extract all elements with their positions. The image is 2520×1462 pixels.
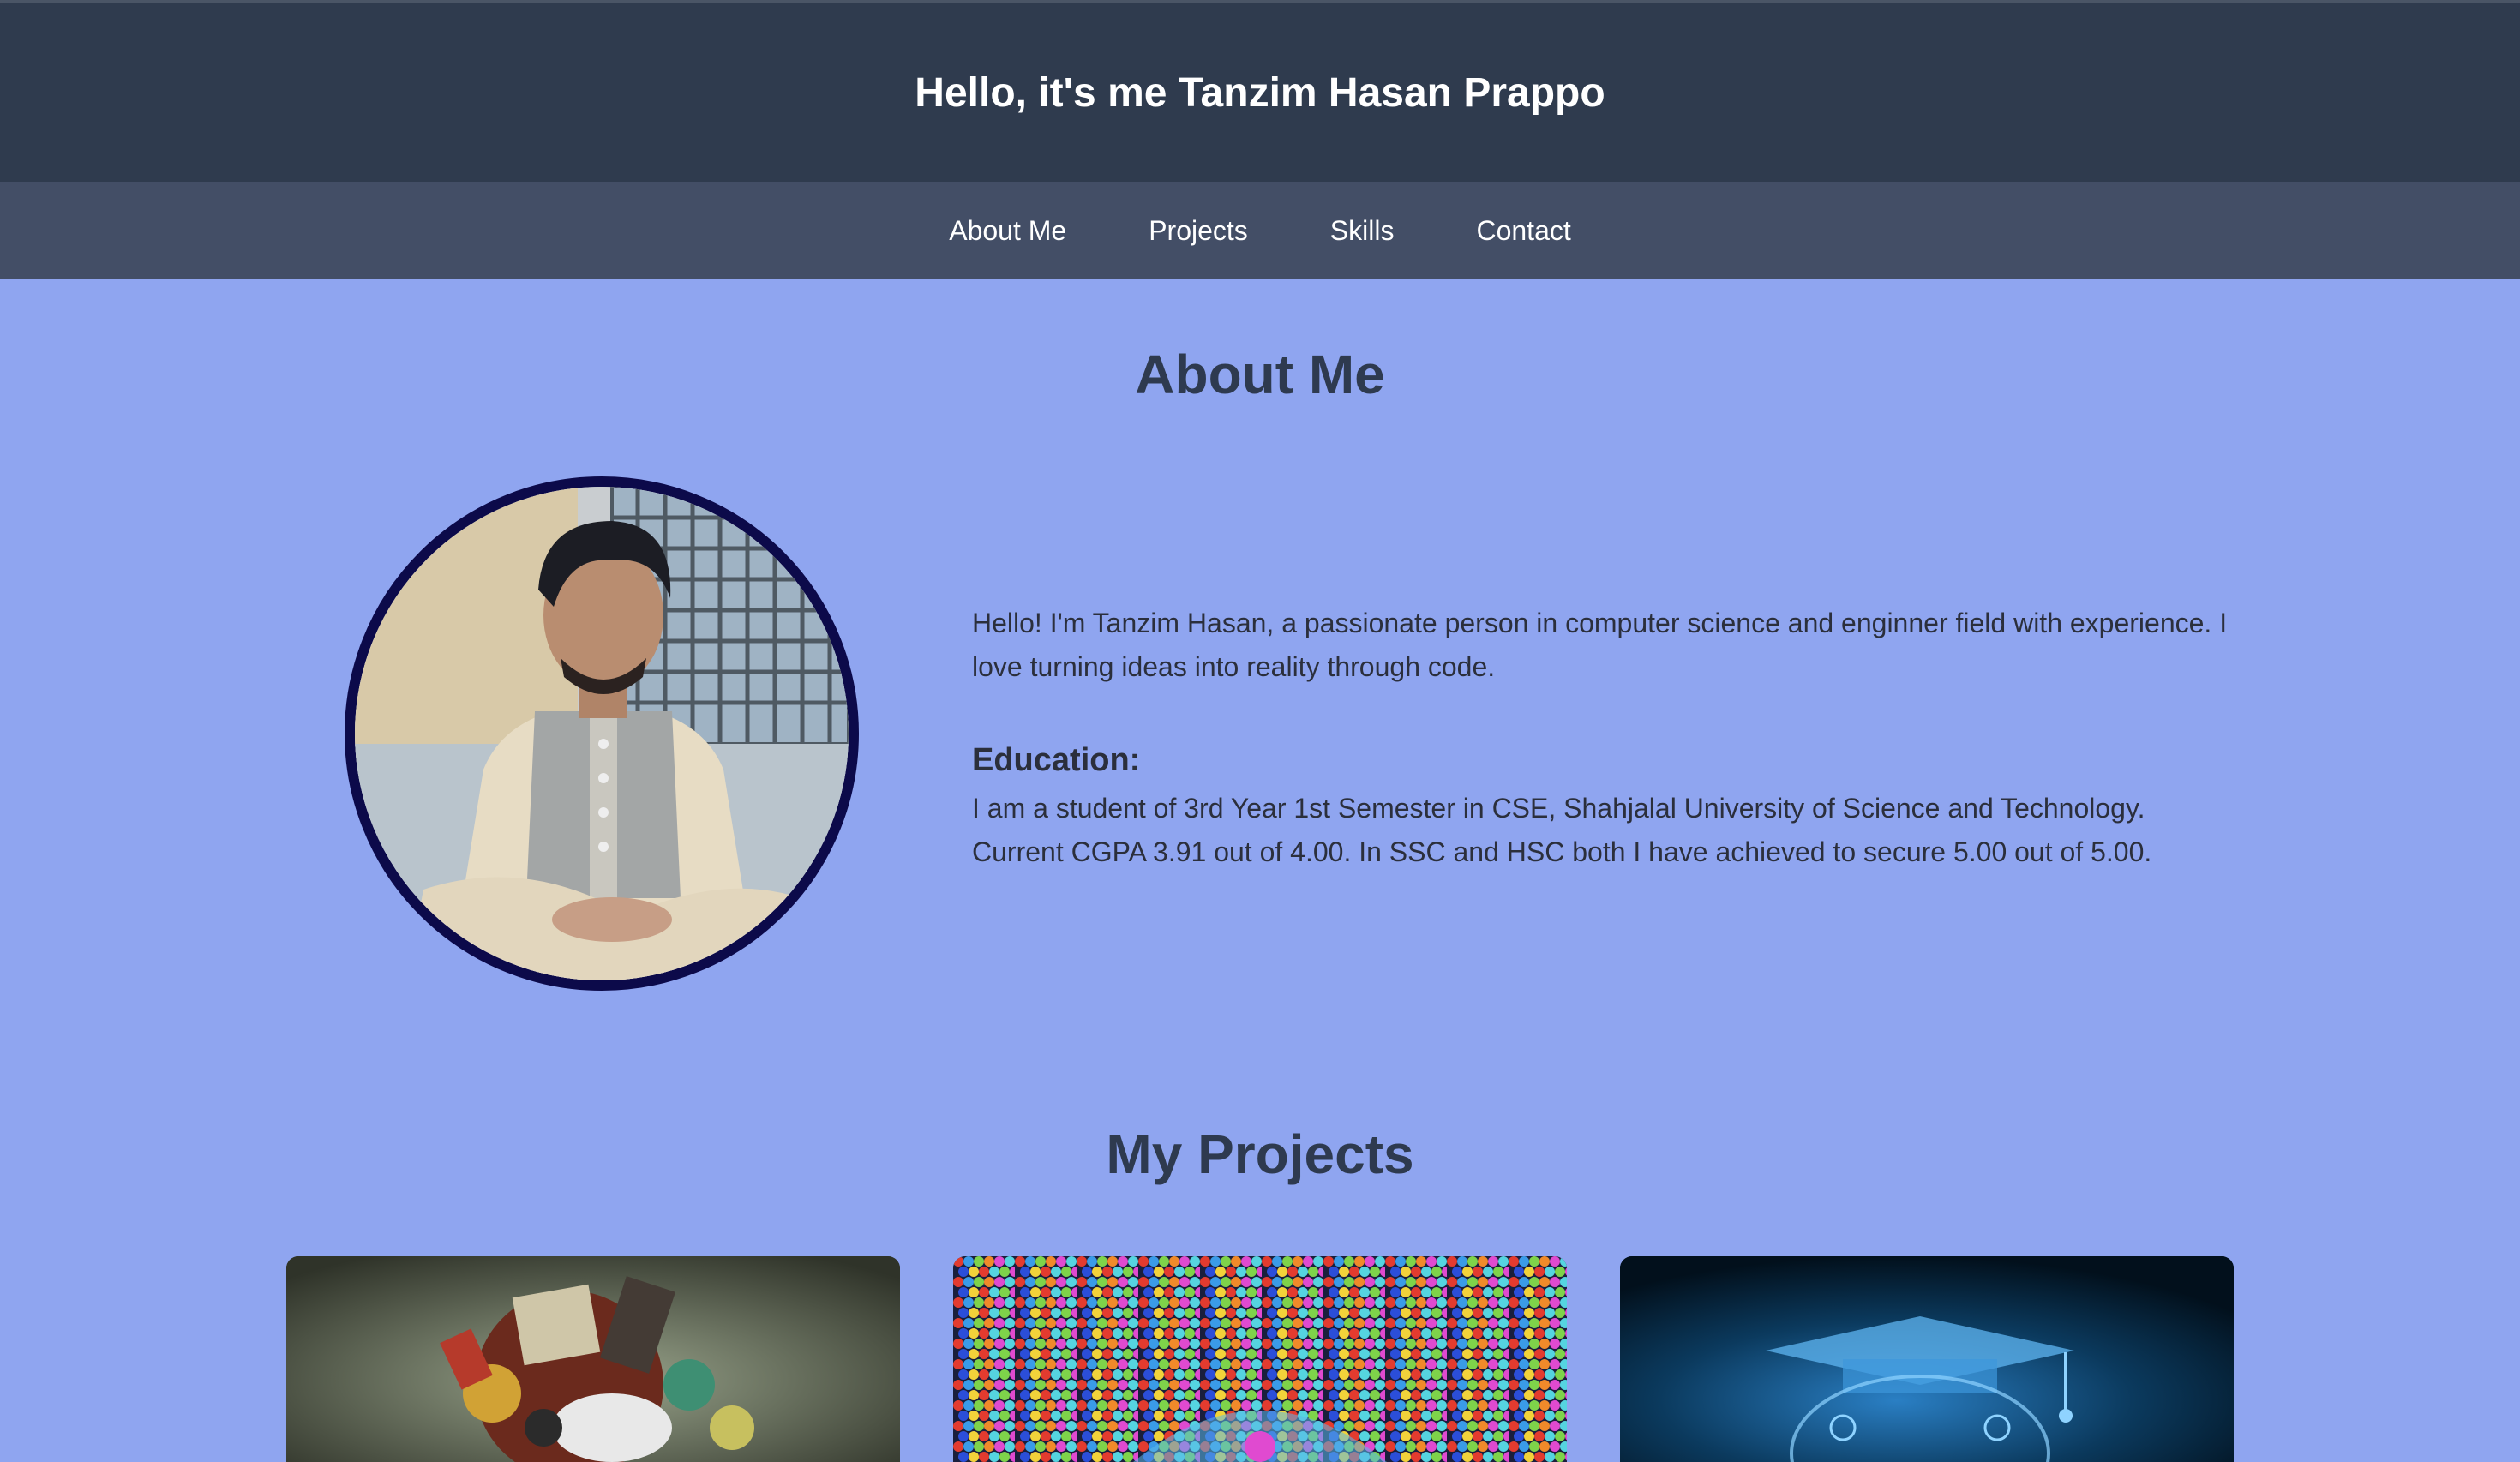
education-heading: Education: bbox=[972, 742, 1141, 778]
profile-photo bbox=[345, 476, 859, 991]
project-card-2[interactable] bbox=[953, 1256, 1567, 1462]
nav-link-projects[interactable]: Projects bbox=[1149, 215, 1248, 247]
profile-photo-illustration bbox=[355, 487, 849, 980]
project-card-3[interactable] bbox=[1620, 1256, 2234, 1462]
nav-bar: About Me Projects Skills Contact bbox=[0, 182, 2520, 279]
project-card-1[interactable] bbox=[286, 1256, 900, 1462]
nav-link-contact[interactable]: Contact bbox=[1476, 215, 1570, 247]
site-header: Hello, it's me Tanzim Hasan Prappo bbox=[0, 0, 2520, 182]
gadgets-collage-image bbox=[286, 1256, 900, 1462]
bubble-shooter-image bbox=[953, 1256, 1567, 1462]
about-section-title: About Me bbox=[1135, 344, 1385, 405]
site-title: Hello, it's me Tanzim Hasan Prappo bbox=[915, 69, 1605, 116]
nav-link-about-me[interactable]: About Me bbox=[949, 215, 1066, 247]
graduation-tech-image bbox=[1620, 1256, 2234, 1462]
about-intro-text: Hello! I'm Tanzim Hasan, a passionate pe… bbox=[972, 608, 2228, 682]
projects-section-title: My Projects bbox=[1106, 1123, 1414, 1185]
education-text: I am a student of 3rd Year 1st Semester … bbox=[972, 793, 2152, 867]
nav-link-skills[interactable]: Skills bbox=[1330, 215, 1395, 247]
